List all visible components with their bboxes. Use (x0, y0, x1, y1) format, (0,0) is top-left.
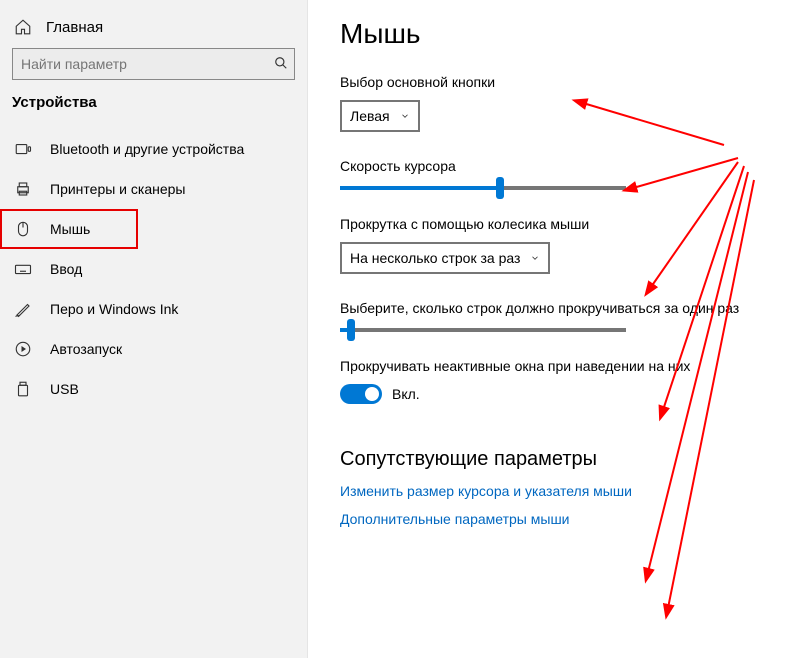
home-button[interactable]: Главная (0, 12, 307, 44)
section-title: Устройства (0, 94, 307, 111)
sidebar-item-printers[interactable]: Принтеры и сканеры (0, 169, 307, 209)
lines-scroll-slider[interactable] (340, 328, 626, 332)
toggle-state: Вкл. (392, 386, 420, 402)
sidebar-item-label: Автозапуск (50, 341, 122, 357)
link-cursor-size[interactable]: Изменить размер курсора и указателя мыши (340, 483, 765, 499)
search-icon (274, 56, 288, 73)
page-title: Мышь (340, 18, 765, 50)
sidebar-item-mouse[interactable]: Мышь (0, 209, 138, 249)
scroll-wheel-group: Прокрутка с помощью колесика мыши На нес… (340, 216, 765, 274)
sidebar-item-label: Ввод (50, 261, 82, 277)
related-heading: Сопутствующие параметры (340, 448, 765, 471)
printer-icon (14, 180, 32, 198)
keyboard-icon (14, 260, 32, 278)
sidebar-item-usb[interactable]: USB (0, 369, 307, 409)
lines-scroll-label: Выберите, сколько строк должно прокручив… (340, 300, 765, 316)
scroll-wheel-label: Прокрутка с помощью колесика мыши (340, 216, 765, 232)
sidebar-item-typing[interactable]: Ввод (0, 249, 307, 289)
bluetooth-icon (14, 140, 32, 158)
autoplay-icon (14, 340, 32, 358)
scroll-inactive-group: Прокручивать неактивные окна при наведен… (340, 358, 765, 404)
home-label: Главная (46, 19, 103, 36)
sidebar-item-label: Принтеры и сканеры (50, 181, 185, 197)
cursor-speed-label: Скорость курсора (340, 158, 765, 174)
chevron-down-icon (530, 250, 540, 266)
lines-scroll-group: Выберите, сколько строк должно прокручив… (340, 300, 765, 332)
primary-button-label: Выбор основной кнопки (340, 74, 765, 90)
chevron-down-icon (400, 108, 410, 124)
pen-icon (14, 300, 32, 318)
search-input[interactable] (12, 48, 295, 80)
dropdown-value: На несколько строк за раз (350, 250, 520, 266)
dropdown-value: Левая (350, 108, 390, 124)
scroll-inactive-label: Прокручивать неактивные окна при наведен… (340, 358, 765, 374)
sidebar-item-autoplay[interactable]: Автозапуск (0, 329, 307, 369)
scroll-inactive-toggle[interactable] (340, 384, 382, 404)
cursor-speed-group: Скорость курсора (340, 158, 765, 190)
link-additional-mouse[interactable]: Дополнительные параметры мыши (340, 511, 765, 527)
sidebar-item-label: Bluetooth и другие устройства (50, 141, 244, 157)
home-icon (14, 18, 32, 36)
cursor-speed-slider[interactable] (340, 186, 626, 190)
sidebar-item-label: Перо и Windows Ink (50, 301, 178, 317)
primary-button-dropdown[interactable]: Левая (340, 100, 420, 132)
usb-icon (14, 380, 32, 398)
sidebar-item-pen[interactable]: Перо и Windows Ink (0, 289, 307, 329)
sidebar-item-label: Мышь (50, 221, 90, 237)
sidebar-item-label: USB (50, 381, 79, 397)
content-pane: Мышь Выбор основной кнопки Левая Скорост… (308, 0, 797, 658)
search-field[interactable] (21, 56, 274, 72)
mouse-icon (14, 220, 32, 238)
sidebar-item-bluetooth[interactable]: Bluetooth и другие устройства (0, 129, 307, 169)
scroll-wheel-dropdown[interactable]: На несколько строк за раз (340, 242, 550, 274)
sidebar: Главная Устройства Bluetooth и другие ус… (0, 0, 308, 658)
primary-button-group: Выбор основной кнопки Левая (340, 74, 765, 132)
